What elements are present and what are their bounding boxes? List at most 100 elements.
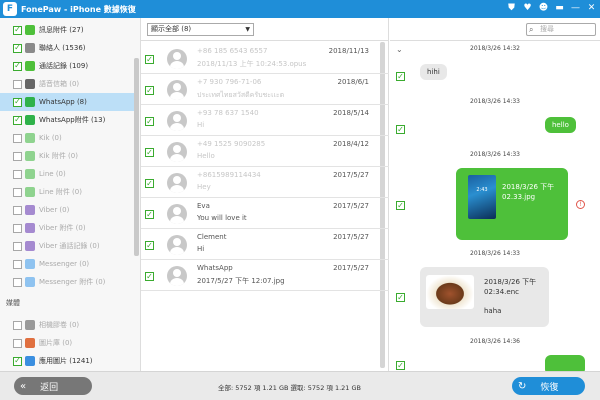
shield-icon[interactable]: ⛊ [505,2,518,15]
sidebar-item[interactable]: ✓ WhatsApp (8) [0,93,134,111]
sidebar-item[interactable]: Viber (0) [0,201,134,219]
category-icon [25,259,35,269]
sidebar-item-checkbox[interactable] [13,223,22,233]
sidebar-item-checkbox[interactable] [13,320,22,330]
sidebar-item-label: Viber 通話記錄 (0) [39,242,100,250]
search-placeholder: 搜尋 [540,25,554,33]
back-button[interactable]: « 返回 [14,377,92,395]
sidebar-item[interactable]: ✓ 通話記錄 (109) [0,57,134,75]
message-checkbox[interactable]: ✓ [396,361,405,370]
message-checkbox[interactable]: ✓ [396,201,405,210]
close-icon[interactable]: ✕ [585,2,598,15]
sidebar-item[interactable]: 語音信箱 (0) [0,75,134,93]
conversation-row[interactable]: ✓ +93 78 637 1540 Hi 2018/5/14 [141,105,389,136]
sidebar-item-label: WhatsApp (8) [39,98,87,106]
sidebar-item-checkbox[interactable] [13,151,22,161]
message-checkbox[interactable]: ✓ [396,293,405,302]
sidebar-item[interactable]: 相機膠卷 (0) [0,316,134,334]
sidebar-item[interactable]: Line (0) [0,165,134,183]
conversation-checkbox[interactable]: ✓ [145,55,154,64]
category-icon [25,277,35,287]
conversation-row[interactable]: ✓ +49 1525 9090285 Hello 2018/4/12 [141,136,389,167]
conversation-checkbox[interactable]: ✓ [145,272,154,281]
conversation-snippet: 2017/5/27 下午 12:07.jpg [197,277,285,285]
conversation-checkbox[interactable]: ✓ [145,210,154,219]
category-icon [25,187,35,197]
sidebar-item[interactable]: ✓ 聯絡人 (1536) [0,39,134,57]
conversation-date: 2018/5/14 [333,109,369,117]
conversation-checkbox[interactable]: ✓ [145,117,154,126]
food-photo-thumbnail[interactable] [426,275,474,309]
sidebar-item-checkbox[interactable] [13,187,22,197]
sidebar-item-label: WhatsApp附件 (13) [39,116,106,124]
sidebar-item-checkbox[interactable]: ✓ [13,61,22,71]
recover-button-label: 恢復 [540,382,559,393]
conversation-checkbox[interactable]: ✓ [145,148,154,157]
message-bubble-out-image: 2:43 2018/3/26 下午 02.33.jpg [456,168,568,240]
sidebar-item[interactable]: Viber 通話記錄 (0) [0,237,134,255]
sidebar-item-checkbox[interactable]: ✓ [13,43,22,53]
search-input[interactable]: ⌕ 搜尋 [526,23,596,36]
conversation-checkbox[interactable]: ✓ [145,179,154,188]
sidebar-item[interactable]: ✓ 應用圖片 (1241) [0,352,134,370]
message-checkbox[interactable]: ✓ [396,72,405,81]
sidebar-item-checkbox[interactable] [13,277,22,287]
sidebar-item-checkbox[interactable] [13,133,22,143]
conversation-row[interactable]: ✓ WhatsApp 2017/5/27 下午 12:07.jpg 2017/5/27 [141,260,389,291]
recover-button[interactable]: ↻ 恢復 [512,377,585,395]
divider [390,40,600,41]
sidebar-item-checkbox[interactable]: ✓ [13,97,22,107]
sidebar-item[interactable]: Messenger (0) [0,255,134,273]
category-sidebar: 媒體 ✓ 訊息附件 (27) ✓ 聯絡人 (1536) ✓ 通話記錄 (109) 語音信箱 … [0,18,141,371]
avatar-icon [167,49,187,69]
minimize-icon[interactable]: — [569,2,582,15]
sidebar-item[interactable]: ✓ 訊息附件 (27) [0,21,134,39]
menu-icon[interactable]: ▬ [553,2,566,15]
sidebar-item[interactable]: Viber 附件 (0) [0,219,134,237]
message-bubble-in-image: 2018/3/26 下午 02:34.enc haha [420,267,549,327]
category-icon [25,241,35,251]
sidebar-item-checkbox[interactable] [13,169,22,179]
filter-dropdown[interactable]: 顯示全部 (8) ▼ [147,23,254,36]
sidebar-item[interactable]: Kik (0) [0,129,134,147]
sidebar-item-checkbox[interactable] [13,241,22,251]
sidebar-item-checkbox[interactable] [13,79,22,89]
chat-icon[interactable]: ☻ [537,2,550,15]
conversation-row[interactable]: ✓ +7 930 796-71-06 ประเทศไทยสวัสดีครับชะเเ… [141,74,389,105]
window-controls: ⛊ ♥ ☻ ▬ — ✕ [505,2,598,15]
conversation-checkbox[interactable]: ✓ [145,241,154,250]
category-icon [25,151,35,161]
conversation-name: +49 1525 9090285 [197,140,266,148]
category-icon [25,133,35,143]
sidebar-item-checkbox[interactable]: ✓ [13,25,22,35]
bottom-bar: « 返回 全部: 5752 項 1.21 GB 選取: 5752 項 1.21 … [0,371,600,400]
conversation-row[interactable]: ✓ Eva You will love it 2017/5/27 [141,198,389,229]
sidebar-item-checkbox[interactable] [13,338,22,348]
conversation-row[interactable]: ✓ +8615989114434 Hey 2017/5/27 [141,167,389,198]
heart-icon[interactable]: ♥ [521,2,534,15]
conversation-row[interactable]: ✓ Clement Hi 2017/5/27 [141,229,389,260]
message-checkbox[interactable]: ✓ [396,125,405,134]
conversation-row[interactable]: ✓ +86 185 6543 6557 2018/11/13 上午 10:24:53… [141,43,389,74]
conversation-snippet: Hi [197,245,205,253]
sidebar-item[interactable]: Line 附件 (0) [0,183,134,201]
sidebar-item[interactable]: Kik 附件 (0) [0,147,134,165]
phone-screenshot-thumbnail[interactable]: 2:43 [468,175,496,219]
sidebar-item-checkbox[interactable]: ✓ [13,356,22,366]
sidebar-item-checkbox[interactable]: ✓ [13,115,22,125]
recover-icon: ↻ [518,380,527,392]
sidebar-scrollbar[interactable] [134,58,139,256]
sidebar-item-checkbox[interactable] [13,259,22,269]
message-bubble-in: hihi [420,64,447,80]
sidebar-item[interactable]: Messenger 附件 (0) [0,273,134,291]
conversation-snippet: Hey [197,183,211,191]
info-icon[interactable]: ! [576,200,585,209]
category-icon [25,97,35,107]
sidebar-item-checkbox[interactable] [13,205,22,215]
sidebar-item[interactable]: 圖片庫 (0) [0,334,134,352]
conversation-checkbox[interactable]: ✓ [145,86,154,95]
sidebar-item-label: Messenger 附件 (0) [39,278,106,286]
sidebar-item[interactable]: ✓ WhatsApp附件 (13) [0,111,134,129]
category-icon [25,205,35,215]
selection-summary: 全部: 5752 項 1.21 GB 選取: 5752 項 1.21 GB [218,384,361,392]
